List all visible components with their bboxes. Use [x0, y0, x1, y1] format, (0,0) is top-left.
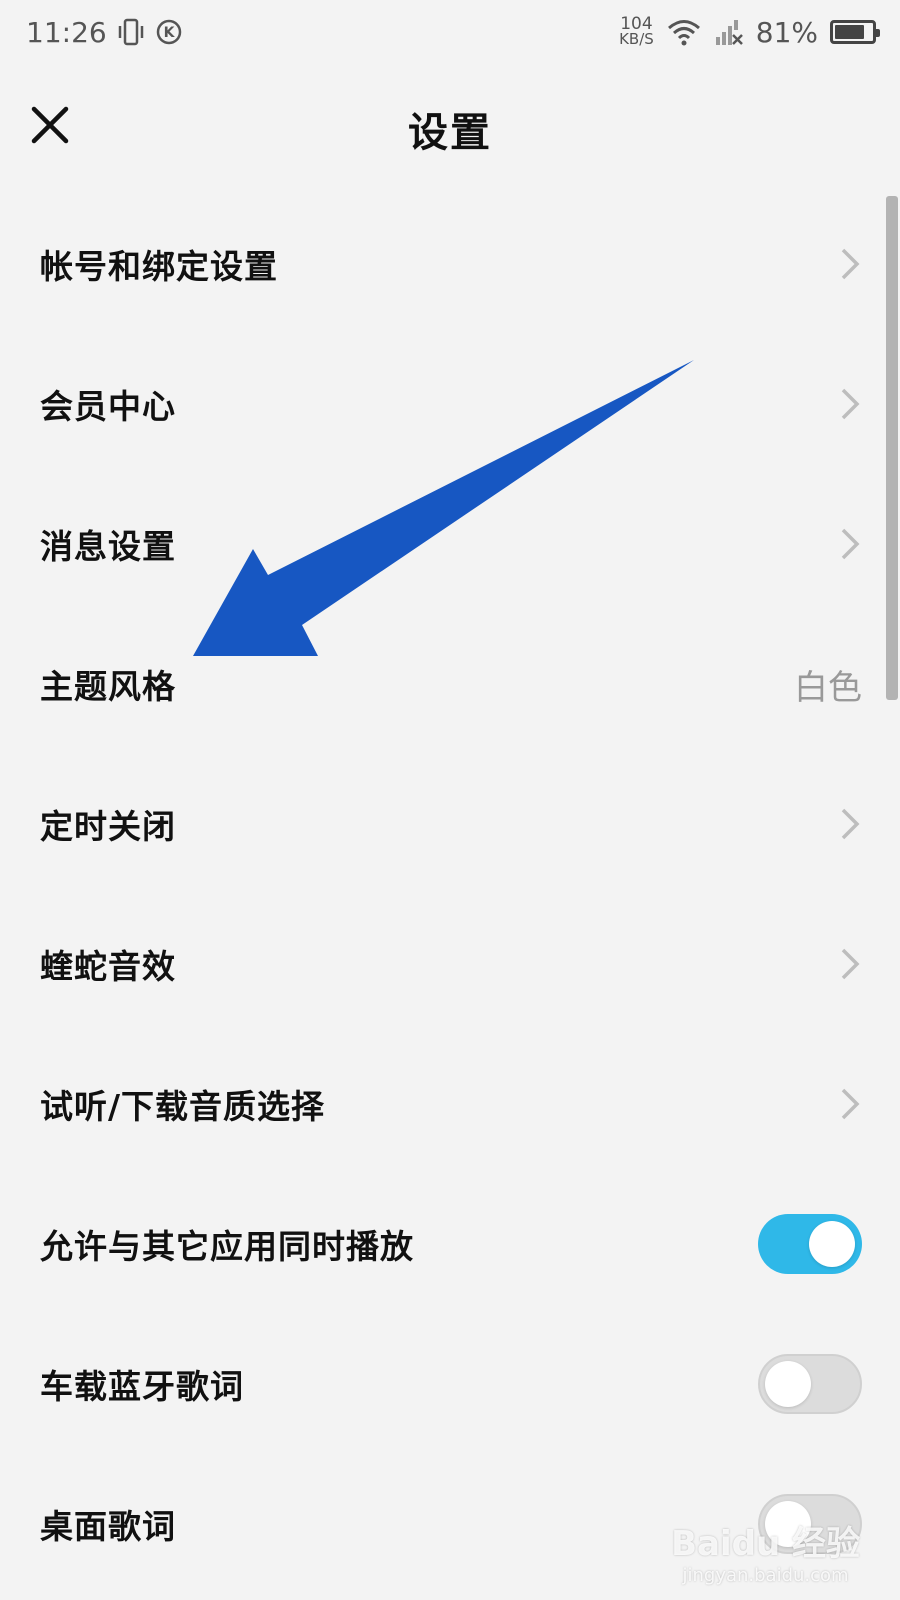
watermark-main: Baidu 经验 — [671, 1524, 860, 1564]
watermark-sub: jingyan.baidu.com — [682, 1565, 849, 1586]
page-title: 设置 — [408, 109, 492, 156]
settings-item-sound-effect[interactable]: 蝰蛇音效 — [0, 894, 900, 1034]
settings-item-label: 消息设置 — [40, 527, 176, 566]
net-speed: 104 KB/S — [619, 16, 654, 48]
settings-item-account-binding[interactable]: 帐号和绑定设置 — [0, 194, 900, 334]
settings-item-vip-center[interactable]: 会员中心 — [0, 334, 900, 474]
toggle-knob — [809, 1221, 855, 1267]
battery-icon — [830, 20, 880, 44]
settings-item-label: 允许与其它应用同时播放 — [40, 1227, 414, 1266]
settings-item-label: 定时关闭 — [40, 807, 176, 846]
car-bluetooth-lyrics-toggle[interactable] — [758, 1354, 862, 1414]
settings-item-sleep-timer[interactable]: 定时关闭 — [0, 754, 900, 894]
chevron-right-icon — [841, 808, 860, 840]
net-speed-unit: KB/S — [619, 30, 654, 48]
settings-item-message[interactable]: 消息设置 — [0, 474, 900, 614]
chevron-right-icon — [841, 1088, 860, 1120]
chevron-right-icon — [841, 948, 860, 980]
svg-text:K: K — [163, 25, 175, 41]
close-icon[interactable] — [26, 101, 76, 151]
settings-item-label: 试听/下载音质选择 — [40, 1087, 326, 1126]
status-right: 104 KB/S 81% — [619, 15, 880, 49]
settings-list: 帐号和绑定设置 会员中心 消息设置 主题风格 白色 定时关闭 蝰蛇音效 试听/下… — [0, 194, 900, 1594]
settings-item-label: 帐号和绑定设置 — [40, 247, 278, 286]
settings-item-label: 蝰蛇音效 — [40, 947, 176, 986]
settings-item-car-bluetooth-lyrics: 车载蓝牙歌词 — [0, 1314, 900, 1454]
status-time: 11:26 — [26, 15, 107, 49]
header: 设置 — [0, 64, 900, 194]
chevron-right-icon — [841, 528, 860, 560]
status-left: 11:26 K — [26, 16, 183, 49]
wifi-icon — [667, 20, 700, 46]
mix-playback-toggle[interactable] — [758, 1214, 862, 1274]
settings-item-label: 车载蓝牙歌词 — [40, 1367, 244, 1406]
chevron-right-icon — [841, 388, 860, 420]
settings-item-label: 主题风格 — [40, 667, 176, 706]
k-circle-icon: K — [156, 19, 181, 45]
settings-item-theme[interactable]: 主题风格 白色 — [0, 614, 900, 754]
watermark: Baidu 经验 jingyan.baidu.com — [671, 1516, 860, 1586]
toggle-knob — [765, 1361, 811, 1407]
scrollbar[interactable] — [886, 196, 898, 700]
signal-no-service-icon — [715, 20, 743, 45]
vibrate-icon — [118, 18, 143, 46]
settings-item-mix-playback: 允许与其它应用同时播放 — [0, 1174, 900, 1314]
settings-item-audio-quality[interactable]: 试听/下载音质选择 — [0, 1034, 900, 1174]
status-bar: 11:26 K 104 KB/S 81% — [0, 0, 900, 64]
chevron-right-icon — [841, 248, 860, 280]
battery-fill — [835, 25, 865, 39]
theme-value: 白色 — [794, 667, 862, 708]
settings-item-label: 桌面歌词 — [40, 1507, 176, 1546]
settings-item-label: 会员中心 — [40, 387, 176, 426]
battery-text: 81% — [755, 15, 818, 49]
